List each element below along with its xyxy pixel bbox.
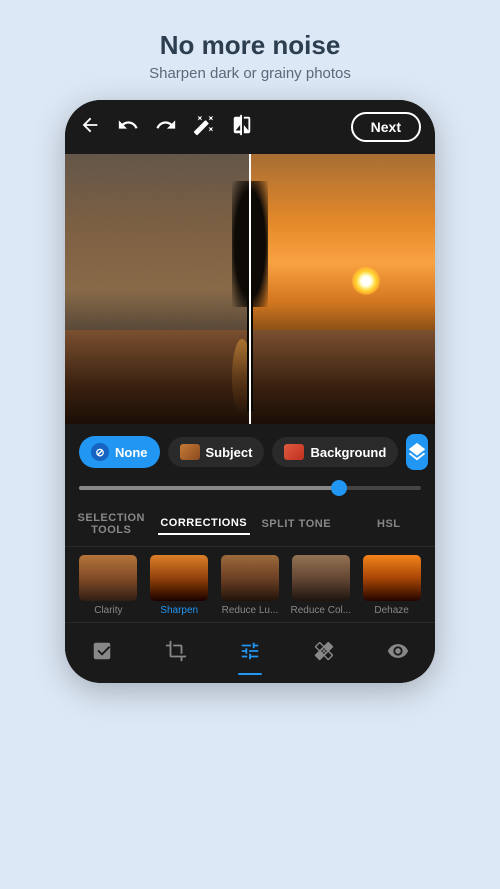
clarity-thumb	[79, 555, 137, 601]
reduce-col-label: Reduce Col...	[290, 605, 351, 616]
redo-icon[interactable]	[155, 114, 177, 141]
next-button[interactable]: Next	[351, 112, 421, 142]
subject-button[interactable]: Subject	[168, 437, 265, 467]
magic-icon[interactable]	[193, 114, 215, 141]
subject-label: Subject	[206, 445, 253, 460]
none-button[interactable]: ⊘ None	[79, 436, 160, 468]
background-thumbnail	[284, 444, 304, 460]
selection-bar: ⊘ None Subject Background	[65, 424, 435, 480]
compare-divider[interactable]	[249, 154, 251, 424]
compare-icon[interactable]	[231, 114, 253, 141]
tab-hsl[interactable]: HSL	[343, 514, 436, 534]
header-section: No more noise Sharpen dark or grainy pho…	[149, 30, 351, 82]
photo-area	[65, 154, 435, 424]
clarity-label: Clarity	[94, 605, 122, 616]
tab-split-tone[interactable]: SPLIT TONE	[250, 514, 343, 534]
slider-thumb[interactable]	[331, 480, 347, 496]
layers-button[interactable]	[406, 434, 428, 470]
reduce-lu-thumb	[221, 555, 279, 601]
corrections-row: Clarity Sharpen Reduce Lu... Reduce Col.…	[65, 547, 435, 622]
correction-reduce-color[interactable]: Reduce Col...	[287, 555, 354, 616]
correction-dehaze[interactable]: Dehaze	[358, 555, 425, 616]
slider-track[interactable]	[79, 486, 421, 490]
correction-reduce-luminance[interactable]: Reduce Lu...	[217, 555, 284, 616]
nav-auto[interactable]	[84, 633, 120, 669]
reduce-col-thumb	[292, 555, 350, 601]
nav-crop[interactable]	[158, 633, 194, 669]
dehaze-label: Dehaze	[374, 605, 408, 616]
sharpen-label: Sharpen	[160, 605, 198, 616]
correction-clarity[interactable]: Clarity	[75, 555, 142, 616]
tab-corrections[interactable]: CORRECTIONS	[158, 513, 251, 535]
none-label: None	[115, 445, 148, 460]
correction-sharpen[interactable]: Sharpen	[146, 555, 213, 616]
toolbar-left	[79, 114, 253, 141]
sharpen-thumb	[150, 555, 208, 601]
none-icon: ⊘	[91, 443, 109, 461]
slider-fill	[79, 486, 339, 490]
dehaze-thumb	[363, 555, 421, 601]
toolbar: Next	[65, 100, 435, 154]
slider-container[interactable]	[65, 480, 435, 500]
background-button[interactable]: Background	[272, 437, 398, 467]
phone-shell: Next ⊘ None Subject Background	[65, 100, 435, 683]
nav-heal[interactable]	[306, 633, 342, 669]
page-subtitle: Sharpen dark or grainy photos	[149, 65, 351, 82]
subject-thumbnail	[180, 444, 200, 460]
nav-view[interactable]	[380, 633, 416, 669]
sun-element	[352, 267, 380, 295]
back-icon[interactable]	[79, 114, 101, 141]
nav-adjust[interactable]	[232, 633, 268, 669]
bottom-nav	[65, 622, 435, 683]
reduce-lu-label: Reduce Lu...	[222, 605, 279, 616]
tabs-row: SELECTION TOOLS CORRECTIONS SPLIT TONE H…	[65, 500, 435, 547]
page-title: No more noise	[149, 30, 351, 61]
tab-selection-tools[interactable]: SELECTION TOOLS	[65, 508, 158, 540]
undo-icon[interactable]	[117, 114, 139, 141]
background-label: Background	[310, 445, 386, 460]
